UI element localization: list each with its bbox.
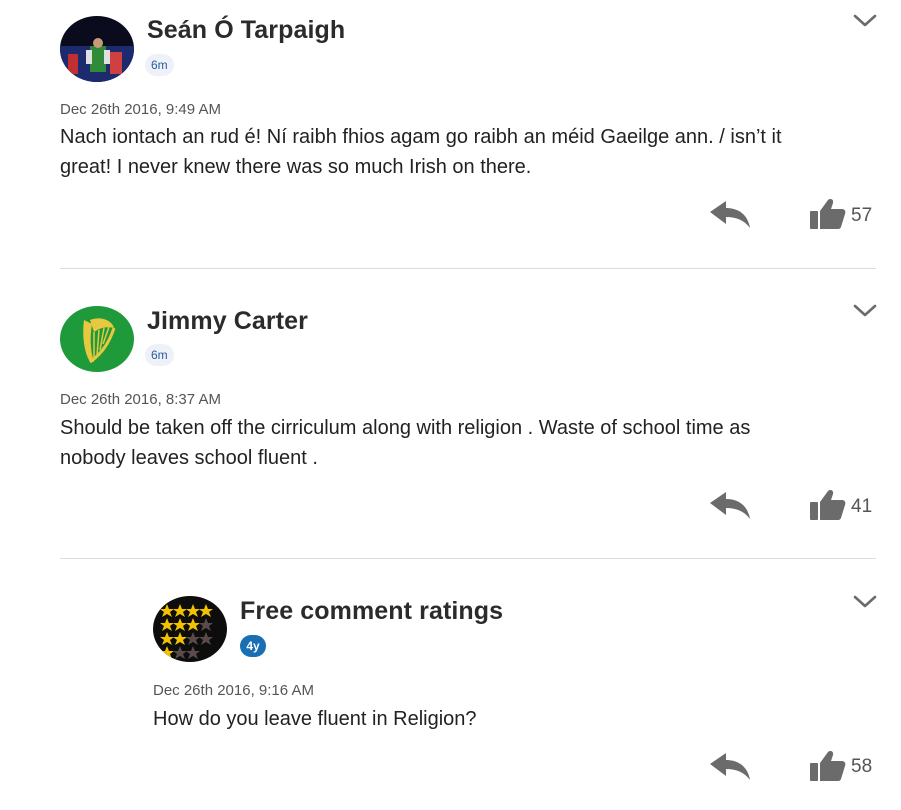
thumbs-up-icon[interactable] (810, 749, 846, 783)
comment-age-badge: 6m (145, 344, 174, 366)
avatar[interactable] (60, 16, 134, 82)
chevron-down-icon[interactable] (852, 13, 878, 29)
avatar[interactable] (153, 596, 227, 662)
comment-text-line: great! I never knew there was so much Ir… (60, 156, 532, 178)
comment-text-line: nobody leaves school fluent . (60, 447, 318, 469)
comment-text-line: How do you leave fluent in Religion? (153, 708, 477, 730)
comment-age-badge: 4y (240, 635, 266, 657)
comment-date: Dec 26th 2016, 9:16 AM (153, 682, 314, 699)
chevron-down-icon[interactable] (852, 594, 878, 610)
comment-author[interactable]: Free comment ratings (240, 597, 503, 626)
comment-text-line: Nach iontach an rud é! Ní raibh fhios ag… (60, 126, 782, 148)
thumbs-up-icon[interactable] (810, 488, 846, 522)
like-count: 41 (851, 496, 873, 517)
like-count: 58 (851, 756, 873, 777)
reply-icon[interactable] (708, 198, 752, 230)
stars-avatar-icon (153, 596, 227, 662)
comment-date: Dec 26th 2016, 8:37 AM (60, 391, 221, 408)
avatar[interactable] (60, 306, 134, 372)
harp-avatar-icon (60, 306, 134, 372)
like-count: 57 (851, 205, 873, 226)
flag-photo-avatar-icon (60, 16, 134, 82)
comment-text: How do you leave fluent in Religion? (153, 704, 477, 734)
comment-text-line: Should be taken off the cirriculum along… (60, 417, 751, 439)
thumbs-up-icon[interactable] (810, 197, 846, 231)
comment-text: Nach iontach an rud é! Ní raibh fhios ag… (60, 122, 782, 182)
divider (60, 558, 876, 559)
divider (60, 268, 876, 269)
comment-date: Dec 26th 2016, 9:49 AM (60, 101, 221, 118)
comment-author[interactable]: Jimmy Carter (147, 307, 308, 336)
comment-age-badge: 6m (145, 54, 174, 76)
reply-icon[interactable] (708, 489, 752, 521)
comment-text: Should be taken off the cirriculum along… (60, 413, 750, 473)
comment-author[interactable]: Seán Ó Tarpaigh (147, 16, 345, 45)
reply-icon[interactable] (708, 750, 752, 782)
chevron-down-icon[interactable] (852, 303, 878, 319)
